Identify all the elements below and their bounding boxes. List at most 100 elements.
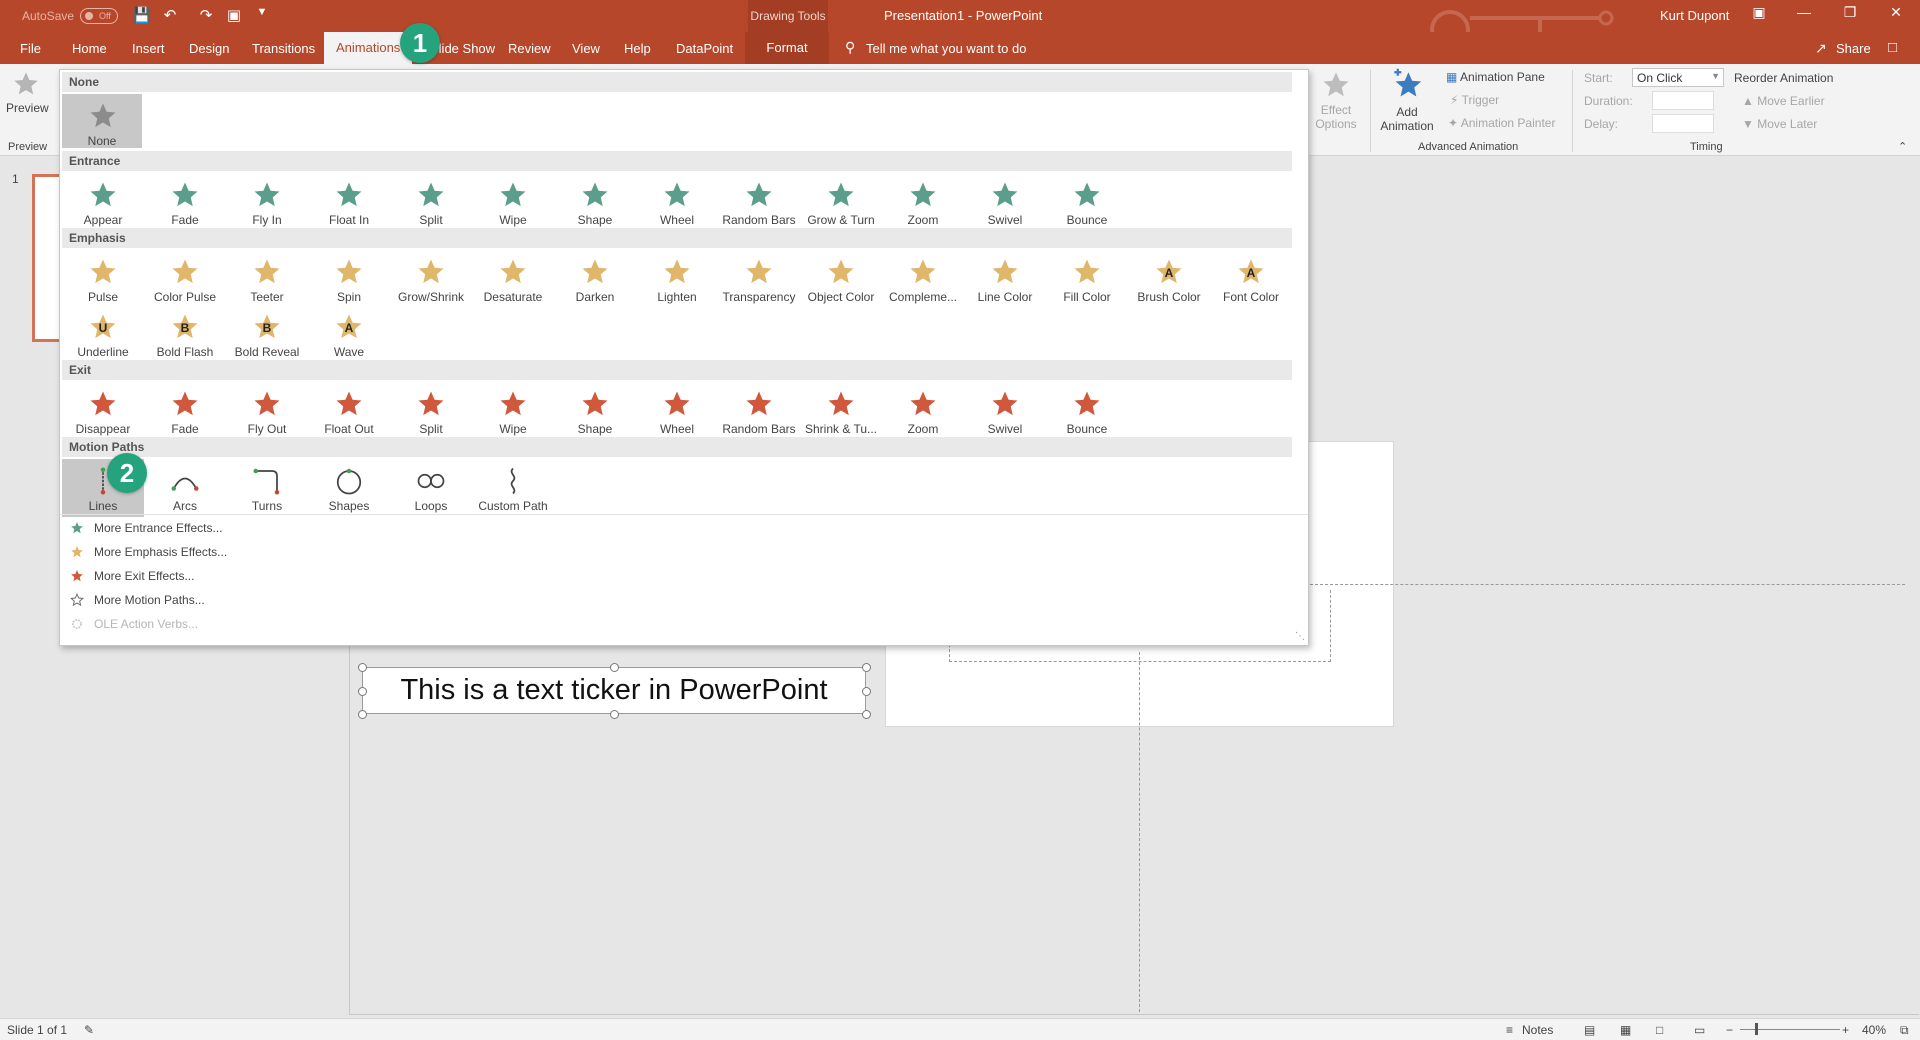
effect-item[interactable]: Compleme... xyxy=(882,250,964,308)
effect-item[interactable]: Wheel xyxy=(636,382,718,440)
tab-home[interactable]: Home xyxy=(72,41,107,56)
resize-handle[interactable] xyxy=(862,710,871,719)
effect-item[interactable]: Split xyxy=(390,382,472,440)
effect-item[interactable]: Transparency xyxy=(718,250,800,308)
effect-item[interactable]: Fill Color xyxy=(1046,250,1128,308)
close-icon[interactable]: ✕ xyxy=(1882,4,1910,21)
reading-view-icon[interactable]: □ xyxy=(1656,1023,1663,1037)
more-emphasis-effects[interactable]: More Emphasis Effects... xyxy=(62,540,1308,564)
tab-help[interactable]: Help xyxy=(624,41,651,56)
resize-handle[interactable] xyxy=(358,663,367,672)
duration-input[interactable] xyxy=(1652,91,1714,110)
more-exit-effects[interactable]: More Exit Effects... xyxy=(62,564,1308,588)
effect-item[interactable]: Swivel xyxy=(964,173,1046,231)
ribbon-display-icon[interactable]: ▣ xyxy=(1745,4,1773,21)
effect-item[interactable]: A Brush Color xyxy=(1128,250,1210,308)
effect-item[interactable]: A Font Color xyxy=(1210,250,1292,308)
tell-me-search[interactable]: Tell me what you want to do xyxy=(866,41,1026,56)
move-later-button[interactable]: ▼ Move Later xyxy=(1742,117,1817,131)
tab-review[interactable]: Review xyxy=(508,41,551,56)
zoom-in-icon[interactable]: + xyxy=(1842,1023,1849,1037)
redo-icon[interactable]: ↷ xyxy=(196,6,216,24)
slide-sorter-icon[interactable]: ▦ xyxy=(1620,1023,1631,1037)
effect-item[interactable]: Grow/Shrink xyxy=(390,250,472,308)
tab-insert[interactable]: Insert xyxy=(132,41,165,56)
start-from-beginning-icon[interactable]: ▣ xyxy=(224,6,244,24)
effect-item[interactable]: Shapes xyxy=(308,459,390,517)
more-entrance-effects[interactable]: More Entrance Effects... xyxy=(62,516,1308,540)
effect-item[interactable]: Wheel xyxy=(636,173,718,231)
user-name[interactable]: Kurt Dupont xyxy=(1660,8,1729,23)
effect-options-button[interactable]: Effect Options xyxy=(1308,70,1364,131)
effect-item[interactable]: Turns xyxy=(226,459,308,517)
resize-handle[interactable] xyxy=(610,663,619,672)
collapse-ribbon-icon[interactable]: ⌃ xyxy=(1898,140,1907,153)
fit-to-window-icon[interactable]: ⧉ xyxy=(1900,1023,1909,1038)
minimize-icon[interactable]: — xyxy=(1790,4,1818,20)
effect-item[interactable]: Wipe xyxy=(472,382,554,440)
effect-item[interactable]: Swivel xyxy=(964,382,1046,440)
tab-design[interactable]: Design xyxy=(189,41,229,56)
effect-item[interactable]: Disappear xyxy=(62,382,144,440)
effect-item[interactable]: Float Out xyxy=(308,382,390,440)
resize-handle[interactable] xyxy=(862,687,871,696)
zoom-level[interactable]: 40% xyxy=(1862,1023,1886,1037)
undo-icon[interactable]: ↶ xyxy=(160,6,180,24)
effect-item[interactable]: Appear xyxy=(62,173,144,231)
effect-item[interactable]: Desaturate xyxy=(472,250,554,308)
more-motion-paths[interactable]: More Motion Paths... xyxy=(62,588,1308,612)
effect-item[interactable]: Bounce xyxy=(1046,173,1128,231)
effect-item[interactable]: Fade xyxy=(144,173,226,231)
effect-item[interactable]: Bounce xyxy=(1046,382,1128,440)
slideshow-icon[interactable]: ▭ xyxy=(1694,1023,1705,1037)
share-button[interactable]: Share xyxy=(1836,41,1871,56)
ticker-text-box[interactable]: This is a text ticker in PowerPoint xyxy=(362,667,866,714)
trigger-button[interactable]: ⚡ Trigger xyxy=(1450,93,1499,107)
effect-item[interactable]: Darken xyxy=(554,250,636,308)
effect-item[interactable]: U Underline xyxy=(62,305,144,363)
animation-pane-button[interactable]: ▦ Animation Pane xyxy=(1446,70,1545,84)
zoom-slider-thumb[interactable] xyxy=(1755,1023,1758,1035)
ticker-text[interactable]: This is a text ticker in PowerPoint xyxy=(400,674,827,706)
effect-item[interactable]: Random Bars xyxy=(718,173,800,231)
effect-item[interactable]: Color Pulse xyxy=(144,250,226,308)
effect-none[interactable]: None xyxy=(62,94,142,148)
effect-item[interactable]: B Bold Reveal xyxy=(226,305,308,363)
tab-transitions[interactable]: Transitions xyxy=(252,41,315,56)
autosave-toggle[interactable]: Off xyxy=(80,8,118,24)
delay-input[interactable] xyxy=(1652,114,1714,133)
effect-item[interactable]: Split xyxy=(390,173,472,231)
effect-item[interactable]: Line Color xyxy=(964,250,1046,308)
effect-item[interactable]: Zoom xyxy=(882,173,964,231)
animation-painter-button[interactable]: ✦ Animation Painter xyxy=(1448,116,1555,130)
slide-thumbnail[interactable] xyxy=(32,174,62,342)
zoom-out-icon[interactable]: − xyxy=(1726,1023,1733,1037)
tab-animations[interactable]: Animations xyxy=(324,32,413,64)
effect-item[interactable]: B Bold Flash xyxy=(144,305,226,363)
effect-item[interactable]: Fly Out xyxy=(226,382,308,440)
tab-datapoint[interactable]: DataPoint xyxy=(676,41,733,56)
tab-format[interactable]: Format xyxy=(745,32,829,64)
start-select[interactable]: On Click ▼ xyxy=(1632,68,1724,87)
effect-item[interactable]: Fade xyxy=(144,382,226,440)
effect-item[interactable]: Grow & Turn xyxy=(800,173,882,231)
effect-item[interactable]: Zoom xyxy=(882,382,964,440)
effect-item[interactable]: Fly In xyxy=(226,173,308,231)
resize-handle[interactable] xyxy=(610,710,619,719)
save-icon[interactable]: 💾 xyxy=(132,6,152,24)
effect-item[interactable]: Custom Path xyxy=(472,459,554,517)
resize-handle[interactable] xyxy=(358,687,367,696)
resize-grip-icon[interactable]: ⋱ xyxy=(1295,631,1305,642)
effect-item[interactable]: Spin xyxy=(308,250,390,308)
effect-item[interactable]: Arcs xyxy=(144,459,226,517)
customize-qat-icon[interactable]: ▼ xyxy=(252,6,272,18)
effect-item[interactable]: Wipe xyxy=(472,173,554,231)
normal-view-icon[interactable]: ▤ xyxy=(1584,1023,1595,1037)
effect-item[interactable]: Random Bars xyxy=(718,382,800,440)
resize-handle[interactable] xyxy=(358,710,367,719)
effect-item[interactable]: Shrink & Tu... xyxy=(800,382,882,440)
effect-item[interactable]: Object Color xyxy=(800,250,882,308)
effect-item[interactable]: Lighten xyxy=(636,250,718,308)
effect-item[interactable]: Float In xyxy=(308,173,390,231)
effect-item[interactable]: Pulse xyxy=(62,250,144,308)
